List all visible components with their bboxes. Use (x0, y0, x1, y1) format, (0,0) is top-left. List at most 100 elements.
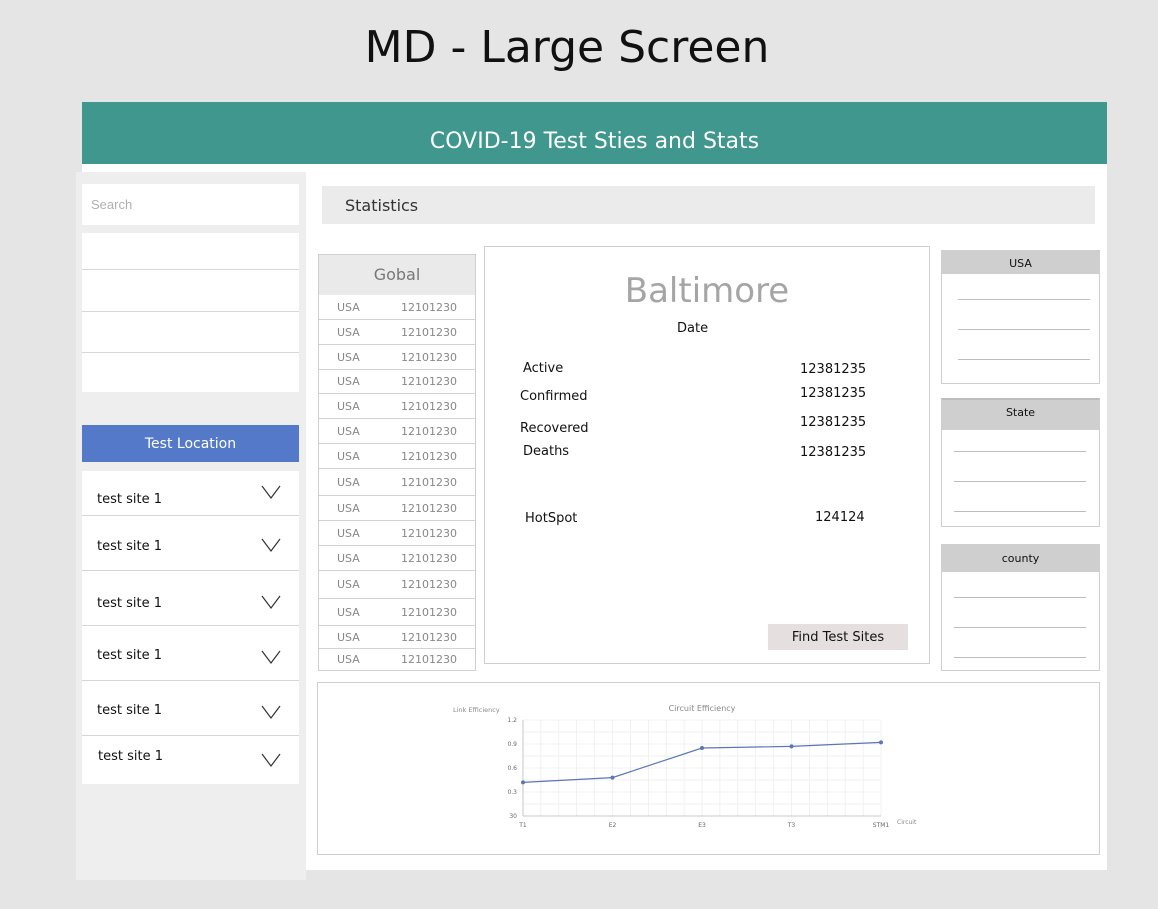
x-tick-label: E3 (698, 822, 706, 829)
global-count: 12101230 (401, 526, 457, 540)
data-point (521, 780, 525, 785)
panel-line (958, 299, 1090, 300)
test-site-label: test site 1 (97, 596, 162, 611)
global-count: 12101230 (401, 449, 457, 463)
global-count: 12101230 (401, 653, 457, 666)
global-row: USA 12101230 (319, 546, 475, 571)
deaths-label: Deaths (523, 444, 570, 459)
test-site-list: test site 1 test site 1 test site 1 test… (82, 471, 299, 784)
confirmed-label: Confirmed (520, 389, 588, 404)
global-count: 12101230 (401, 399, 457, 413)
hotspot-value: 124124 (815, 510, 865, 525)
global-count: 12101230 (401, 424, 457, 438)
global-count: 12101230 (401, 578, 457, 591)
test-site-item[interactable]: test site 1 (82, 681, 299, 736)
global-row: USA 12101230 (319, 419, 475, 444)
y-tick-label: 1.2 (507, 717, 517, 724)
data-point (789, 744, 794, 749)
global-country: USA (337, 475, 360, 489)
global-country: USA (337, 399, 360, 413)
active-label: Active (523, 361, 564, 376)
circuit-efficiency-chart-panel: 30 0.3 0.6 0.9 1.2 T1 E2 E3 T3 STM1 Circuit Effici… (317, 682, 1100, 855)
global-row: USA 12101230 (319, 649, 475, 671)
global-country: USA (337, 578, 360, 591)
panel-line (954, 511, 1086, 512)
state-panel-heading: State (942, 400, 1099, 430)
global-country: USA (337, 350, 360, 364)
test-site-label: test site 1 (97, 539, 162, 554)
global-count: 12101230 (401, 325, 457, 339)
city-name: Baltimore (624, 271, 790, 311)
global-country: USA (337, 449, 360, 463)
state-panel: State (941, 398, 1100, 527)
usa-panel-heading: USA (942, 251, 1099, 274)
usa-panel: USA (941, 250, 1100, 384)
panel-line (958, 359, 1090, 360)
test-site-item[interactable]: test site 1 (82, 571, 299, 626)
global-row: USA 12101230 (319, 370, 475, 394)
global-row: USA 12101230 (319, 295, 475, 320)
chevron-down-icon[interactable] (261, 705, 281, 719)
global-country: USA (337, 653, 360, 666)
global-row: USA 12101230 (319, 345, 475, 370)
test-site-label: test site 1 (97, 648, 162, 663)
data-point (879, 740, 883, 745)
global-count: 12101230 (401, 551, 457, 565)
app-title: COVID-19 Test Sties and Stats (82, 102, 1107, 164)
test-site-item[interactable]: test site 1 (82, 626, 299, 681)
global-row: USA 12101230 (319, 599, 475, 626)
global-count: 12101230 (401, 630, 457, 644)
global-row: USA 12101230 (319, 626, 475, 649)
y-tick-label: 0.6 (507, 765, 517, 772)
panel-line (954, 597, 1086, 598)
global-count: 12101230 (401, 501, 457, 515)
global-country: USA (337, 375, 360, 388)
global-count: 12101230 (401, 475, 457, 489)
global-country: USA (337, 630, 360, 644)
chevron-down-icon[interactable] (261, 538, 281, 552)
global-row: USA 12101230 (319, 496, 475, 521)
test-location-button[interactable]: Test Location (82, 425, 299, 462)
panel-line (958, 329, 1090, 330)
panel-line (954, 451, 1086, 452)
test-site-item[interactable]: test site 1 (82, 736, 299, 784)
test-site-item[interactable]: test site 1 (82, 471, 299, 516)
find-test-sites-button[interactable]: Find Test Sites (768, 624, 908, 650)
panel-line (954, 481, 1086, 482)
search-results (82, 233, 299, 392)
county-panel-heading: county (942, 545, 1099, 572)
global-country: USA (337, 300, 360, 314)
y-tick-label: 30 (509, 813, 517, 820)
y-tick-label: 0.3 (507, 789, 517, 796)
global-count: 12101230 (401, 350, 457, 364)
search-input[interactable] (82, 184, 299, 225)
test-site-label: test site 1 (97, 703, 162, 718)
recovered-value: 12381235 (800, 415, 867, 430)
chevron-down-icon[interactable] (261, 650, 281, 664)
chevron-down-icon[interactable] (261, 595, 281, 609)
panel-line (954, 657, 1086, 658)
deaths-value: 12381235 (800, 445, 867, 460)
x-tick-label: E2 (609, 822, 617, 829)
chevron-down-icon[interactable] (261, 485, 281, 499)
global-country: USA (337, 605, 360, 619)
global-country: USA (337, 551, 360, 565)
global-row: USA 12101230 (319, 444, 475, 469)
x-tick-label: T3 (787, 822, 796, 829)
global-row: USA 12101230 (319, 521, 475, 546)
date-label: Date (677, 321, 709, 336)
chevron-down-icon[interactable] (261, 753, 281, 767)
result-divider (82, 352, 299, 353)
result-divider (82, 311, 299, 312)
result-divider (82, 269, 299, 270)
page-heading: MD - Large Screen (364, 22, 770, 73)
data-point (610, 775, 615, 780)
test-site-item[interactable]: test site 1 (82, 516, 299, 571)
active-value: 12381235 (800, 362, 867, 377)
global-country: USA (337, 424, 360, 438)
chart-title: Circuit Efficiency (669, 704, 736, 713)
y-axis-label: Link Efficiency (453, 706, 500, 714)
global-country: USA (337, 526, 360, 540)
x-tick-label: STM1 (873, 822, 890, 829)
test-site-label: test site 1 (97, 492, 162, 507)
